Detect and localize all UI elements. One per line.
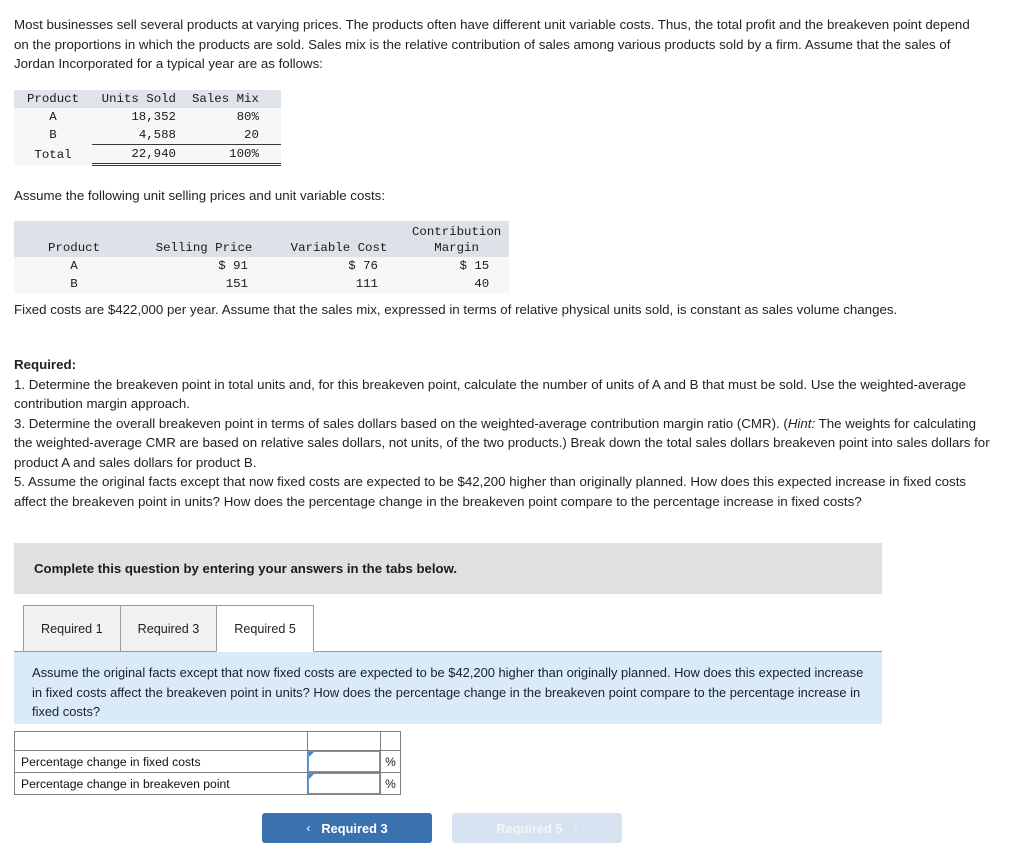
- input-cell-percentage-change-breakeven-point[interactable]: [307, 772, 381, 795]
- input-cell-percentage-change-fixed-costs[interactable]: [307, 750, 381, 773]
- table-row: Percentage change in fixed costs %: [14, 750, 401, 773]
- cell-selling-price: $ 91: [134, 257, 274, 275]
- percentage-change-fixed-costs-input[interactable]: [308, 751, 380, 772]
- row-label-percentage-change-breakeven-point: Percentage change in breakeven point: [14, 772, 308, 795]
- header-cell-label: [14, 731, 308, 751]
- cell-contribution-margin: 40: [404, 275, 510, 293]
- chevron-left-icon: ‹: [306, 821, 311, 835]
- required-item-1: 1. Determine the breakeven point in tota…: [14, 376, 967, 412]
- cell-marker-icon: [309, 752, 314, 757]
- table-row: A $ 91 $ 76 $ 15: [14, 257, 510, 275]
- cell-selling-price: 151: [134, 275, 274, 293]
- cell-sales-mix: 80%: [184, 108, 281, 126]
- navigation-buttons: ‹ Required 3 Required 5 ›: [262, 813, 622, 843]
- required-item-3: 3. Determine the overall breakeven point…: [14, 414, 992, 473]
- cell-product: A: [14, 108, 92, 126]
- fixed-costs-paragraph: Fixed costs are $422,000 per year. Assum…: [14, 302, 898, 317]
- required-heading: Required:: [14, 357, 77, 372]
- tab-strip: Required 1 Required 3 Required 5: [14, 605, 882, 652]
- row-label-percentage-change-fixed-costs: Percentage change in fixed costs: [14, 750, 308, 773]
- col-header-selling-price: Selling Price: [134, 221, 274, 257]
- cell-variable-cost: 111: [274, 275, 404, 293]
- answer-table: Percentage change in fixed costs % Perce…: [14, 731, 401, 795]
- required-item-5: 5. Assume the original facts except that…: [14, 474, 967, 509]
- unit-percent-sign: %: [380, 750, 401, 773]
- percentage-change-breakeven-point-input[interactable]: [308, 773, 380, 794]
- intro-paragraph: Most businesses sell several products at…: [14, 17, 970, 71]
- required-item-3-part1: 3. Determine the overall breakeven point…: [14, 415, 788, 431]
- cell-total-label: Total: [14, 144, 92, 165]
- col-header-contribution-margin: Contribution Margin: [404, 221, 510, 257]
- cm-header-line2: Margin: [434, 241, 479, 255]
- table-header-row: Product Selling Price Variable Cost Cont…: [14, 221, 510, 257]
- tab-required-1[interactable]: Required 1: [23, 605, 121, 651]
- cell-units-sold: 4,588: [92, 126, 184, 145]
- assume-prices-line: Assume the following unit selling prices…: [14, 188, 386, 203]
- cell-marker-icon: [309, 774, 314, 779]
- required-item-3-hint-label: Hint:: [787, 415, 816, 431]
- tab-required-5[interactable]: Required 5: [216, 605, 314, 652]
- cell-total-units-sold: 22,940: [92, 144, 184, 166]
- complete-question-banner: Complete this question by entering your …: [14, 543, 882, 594]
- sales-mix-table: Product Units Sold Sales Mix A 18,352 80…: [14, 90, 281, 166]
- cell-units-sold: 18,352: [92, 108, 184, 126]
- previous-button-label: Required 3: [321, 820, 388, 836]
- chevron-right-icon: ›: [573, 821, 578, 835]
- cell-product: A: [14, 257, 134, 275]
- col-header-product: Product: [14, 221, 134, 257]
- col-header-sales-mix: Sales Mix: [184, 90, 281, 108]
- col-header-product: Product: [14, 90, 92, 108]
- table-header-row: Product Units Sold Sales Mix: [14, 90, 281, 108]
- cell-variable-cost: $ 76: [274, 257, 404, 275]
- next-button-label: Required 5: [496, 820, 563, 836]
- table-row: B 4,588 20: [14, 126, 281, 145]
- tab-required-3[interactable]: Required 3: [119, 605, 218, 651]
- unit-percent-sign: %: [380, 772, 401, 795]
- required-block: Required: 1. Determine the breakeven poi…: [14, 355, 992, 511]
- previous-required-3-button[interactable]: ‹ Required 3: [262, 813, 432, 843]
- table-row: A 18,352 80%: [14, 108, 281, 126]
- answer-table-header-row: [14, 731, 401, 751]
- cell-total-sales-mix: 100%: [184, 144, 281, 166]
- col-header-units-sold: Units Sold: [92, 90, 184, 108]
- cell-sales-mix: 20: [184, 126, 281, 145]
- cell-contribution-margin: $ 15: [404, 257, 510, 275]
- question-instruction-panel: Assume the original facts except that no…: [14, 652, 882, 724]
- header-cell-value: [307, 731, 381, 751]
- header-cell-unit: [380, 731, 401, 751]
- table-row: B 151 111 40: [14, 275, 510, 293]
- price-cost-table: Product Selling Price Variable Cost Cont…: [14, 221, 510, 293]
- table-row: Percentage change in breakeven point %: [14, 772, 401, 795]
- problem-page: Most businesses sell several products at…: [0, 0, 1024, 855]
- cell-product: B: [14, 275, 134, 293]
- cell-product: B: [14, 126, 92, 145]
- next-required-5-button[interactable]: Required 5 ›: [452, 813, 622, 843]
- table-total-row: Total 22,940 100%: [14, 144, 281, 166]
- cm-header-line1: Contribution: [412, 225, 502, 239]
- col-header-variable-cost: Variable Cost: [274, 221, 404, 257]
